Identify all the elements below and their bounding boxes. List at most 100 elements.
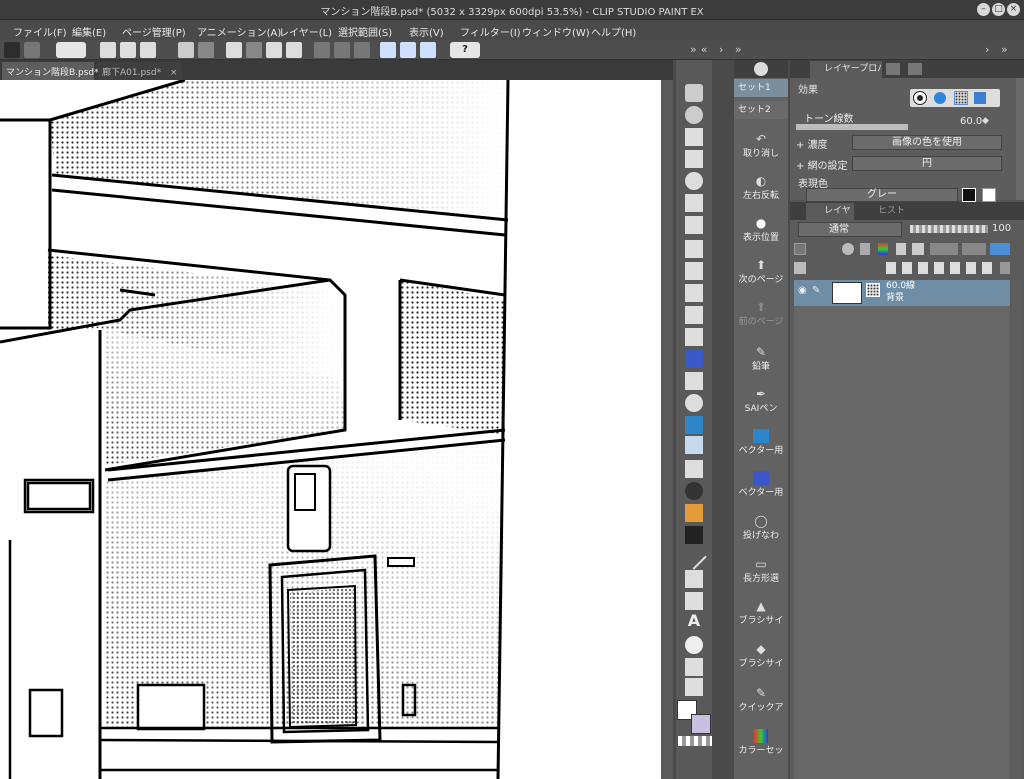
layer-color-icon[interactable] xyxy=(974,92,986,104)
vector-eraser-icon[interactable] xyxy=(685,416,703,434)
new-vector-layer-icon[interactable] xyxy=(902,262,912,274)
next-page-subtool[interactable]: ⬆ 次のページ xyxy=(734,258,788,285)
pattern-icon[interactable] xyxy=(685,504,703,522)
tab-document-1[interactable]: マンション階段B.psd* ● xyxy=(2,62,113,80)
transform-icon[interactable] xyxy=(286,42,302,58)
layer-color-icon[interactable] xyxy=(990,243,1010,255)
canvas-vertical-scrollbar[interactable] xyxy=(661,80,673,779)
sub-color-swatch[interactable] xyxy=(691,714,711,734)
display-position-subtool[interactable]: ● 表示位置 xyxy=(734,216,788,243)
airbrush-icon[interactable] xyxy=(685,306,703,324)
open-file-icon[interactable] xyxy=(120,42,136,58)
transparent-color-swatch[interactable] xyxy=(678,736,712,746)
undo-icon[interactable] xyxy=(178,42,194,58)
layer-menu-icon[interactable] xyxy=(794,262,806,274)
mask-icon[interactable] xyxy=(930,243,958,255)
blend-mode-dropdown[interactable]: 通常 xyxy=(798,222,902,237)
opacity-slider[interactable] xyxy=(910,225,988,233)
close-icon[interactable]: × xyxy=(170,68,178,78)
quick-access-subtool[interactable]: ✎ クイックア xyxy=(734,686,788,713)
canvas[interactable] xyxy=(0,80,661,779)
tab-history[interactable]: ヒストリー xyxy=(856,203,912,233)
zoom-tool-icon[interactable] xyxy=(685,84,703,102)
rect-select-subtool[interactable]: ▭ 長方形選 xyxy=(734,557,788,584)
menu-edit[interactable]: 編集(E) xyxy=(72,24,106,39)
ruler-icon[interactable] xyxy=(314,42,330,58)
pencil-icon[interactable] xyxy=(685,262,703,280)
line-tool-icon[interactable] xyxy=(681,544,707,570)
rotate-tool-icon[interactable] xyxy=(685,106,703,124)
tab-icon-2[interactable] xyxy=(886,63,900,75)
operation-tool-icon[interactable] xyxy=(685,128,703,146)
pencil-subtool[interactable]: ✎ 鉛筆 xyxy=(734,345,788,372)
lock-transparent-icon[interactable] xyxy=(912,243,924,255)
blend-icon[interactable] xyxy=(685,394,703,412)
layer-scrollbar[interactable] xyxy=(1012,280,1022,779)
balloon-icon[interactable] xyxy=(685,636,703,654)
clear-icon[interactable] xyxy=(226,42,242,58)
lasso-subtool[interactable]: ◯ 投げなわ xyxy=(734,514,788,541)
menu-file[interactable]: ファイル(F) xyxy=(13,24,67,39)
density-dropdown[interactable]: 画像の色を使用 xyxy=(852,135,1002,150)
eyedropper-icon[interactable] xyxy=(685,216,703,234)
delete-layer-icon[interactable] xyxy=(1000,262,1010,274)
gradient-icon[interactable] xyxy=(685,526,703,544)
reference-layer-icon[interactable] xyxy=(860,243,870,255)
grid-snap-icon[interactable] xyxy=(354,42,370,58)
eye-icon[interactable]: ◉ xyxy=(798,286,808,296)
minimize-button[interactable]: – xyxy=(977,3,990,16)
menu-view[interactable]: 表示(V) xyxy=(409,24,444,39)
move-layer-icon[interactable] xyxy=(685,150,703,168)
draft-layer-icon[interactable] xyxy=(878,243,888,255)
tab-layer[interactable]: レイヤー xyxy=(806,203,854,233)
gradient-blob-icon[interactable] xyxy=(685,482,703,500)
hand-icon[interactable] xyxy=(685,678,703,696)
maximize-button[interactable]: □ xyxy=(992,3,1005,16)
vector-subtool-2[interactable]: ベクター用 xyxy=(734,471,788,498)
mask-add-icon[interactable] xyxy=(966,262,976,274)
fill-icon[interactable] xyxy=(266,42,282,58)
menu-layer[interactable]: レイヤー(L) xyxy=(279,24,332,39)
tone-lines-value[interactable]: 60.0 xyxy=(960,116,982,127)
decoration-icon[interactable] xyxy=(685,328,703,346)
border-effect-icon[interactable] xyxy=(914,92,926,104)
frame-icon[interactable] xyxy=(685,570,703,588)
sub-display-color-swatch[interactable] xyxy=(982,188,996,202)
save-icon[interactable] xyxy=(140,42,156,58)
vector-subtool-1[interactable]: ベクター用 xyxy=(734,429,788,456)
ruler-tool-icon[interactable] xyxy=(685,592,703,610)
sai-pen-subtool[interactable]: ✒ SAIペン xyxy=(734,387,788,414)
lasso-select-icon[interactable] xyxy=(685,172,703,190)
close-button[interactable]: × xyxy=(1007,3,1020,16)
menu-selection[interactable]: 選択範囲(S) xyxy=(338,24,392,39)
vector-snap-icon[interactable] xyxy=(380,42,396,58)
undo-subtool[interactable]: ↶ 取り消し xyxy=(734,132,788,159)
set-1-button[interactable]: セット1 xyxy=(734,79,788,97)
menu-filter[interactable]: フィルター(I) xyxy=(460,24,521,39)
main-display-color-swatch[interactable] xyxy=(962,188,976,202)
brush-size-subtool-1[interactable]: ▲ ブラシサイ xyxy=(734,599,788,626)
tone-lines-slider[interactable] xyxy=(796,124,908,130)
ruler-layer-icon[interactable] xyxy=(962,243,986,255)
flip-subtool[interactable]: ◐ 左右反転 xyxy=(734,174,788,201)
tone-effect-icon[interactable] xyxy=(954,91,968,105)
new-folder-icon[interactable] xyxy=(918,262,928,274)
pen-icon[interactable] xyxy=(685,240,703,258)
magnet-icon[interactable] xyxy=(400,42,416,58)
eraser-icon[interactable] xyxy=(685,372,703,390)
brush-stabilize-icon[interactable] xyxy=(420,42,436,58)
tab-layer-property[interactable]: レイヤープロパティ xyxy=(810,61,882,78)
menu-animation[interactable]: アニメーション(A) xyxy=(197,24,281,39)
search-icon[interactable] xyxy=(754,62,768,76)
mask-apply-icon[interactable] xyxy=(982,262,992,274)
opacity-value[interactable]: 100 xyxy=(992,223,1011,234)
color-set-subtool[interactable]: カラーセッ xyxy=(734,729,788,756)
ruler-snap-icon[interactable] xyxy=(334,42,350,58)
text-tool-icon[interactable]: A xyxy=(685,612,703,630)
merge-down-icon[interactable] xyxy=(950,262,960,274)
tone-lines-spinner-icon[interactable]: ◆ xyxy=(982,116,989,126)
brush-icon[interactable] xyxy=(685,284,703,302)
correction-icon[interactable] xyxy=(685,658,703,676)
edit-pen-icon[interactable]: ✎ xyxy=(812,286,822,296)
new-raster-layer-icon[interactable] xyxy=(886,262,896,274)
